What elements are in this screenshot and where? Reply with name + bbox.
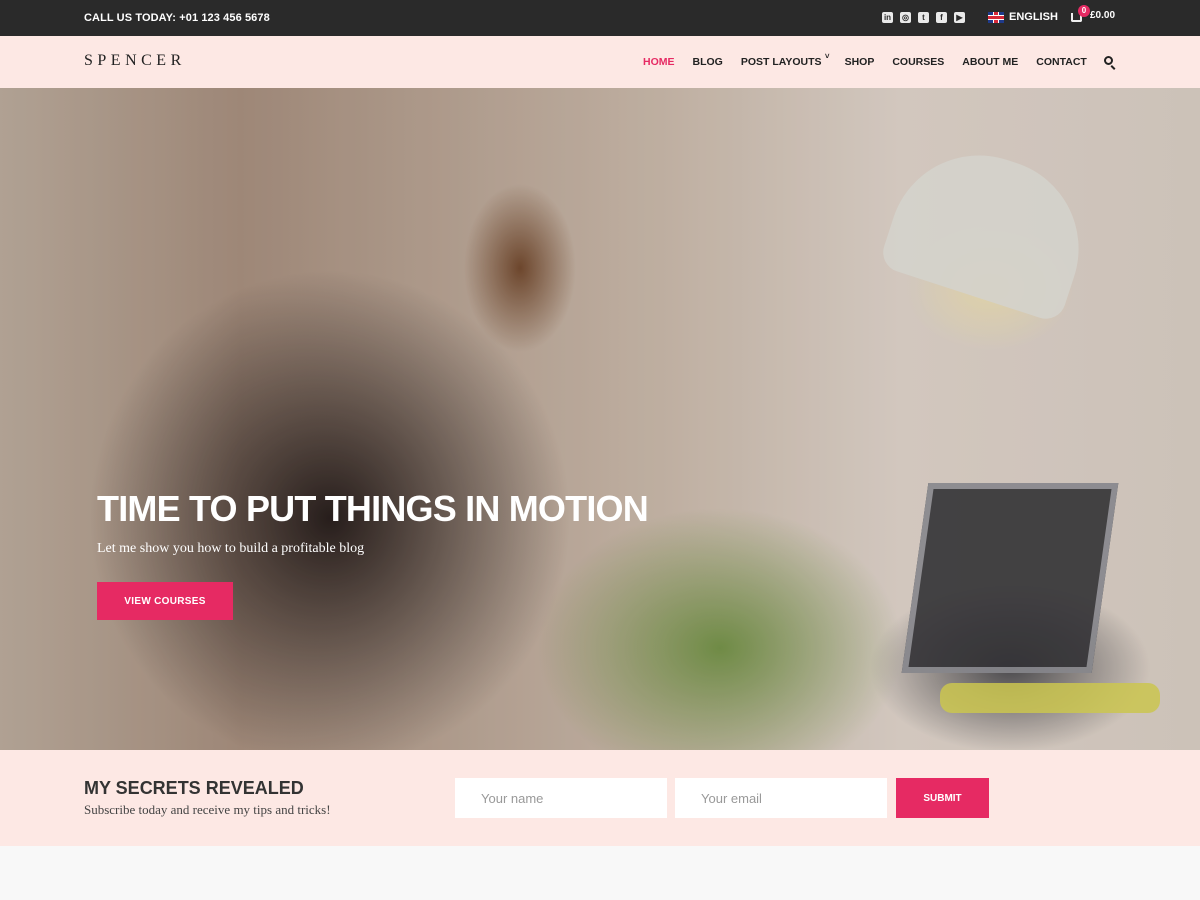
youtube-icon[interactable]: ▶ — [954, 12, 965, 23]
chevron-down-icon: ˅ — [824, 52, 830, 61]
main-nav: HOME BLOG POST LAYOUTS ˅ SHOP COURSES ABO… — [643, 52, 1105, 68]
nav-shop[interactable]: SHOP — [845, 56, 875, 68]
hero-overlay — [0, 88, 1200, 750]
subscribe-text: Subscribe today and receive my tips and … — [84, 802, 331, 817]
email-input[interactable] — [675, 778, 887, 818]
twitter-icon[interactable]: t — [918, 12, 929, 23]
subscribe-section: MY SECRETS REVEALED Subscribe today and … — [0, 750, 1200, 846]
submit-button[interactable]: SUBMIT — [896, 778, 989, 818]
hero-subtitle: Let me show you how to build a profitabl… — [97, 541, 365, 556]
cart-count-badge: 0 — [1078, 5, 1090, 17]
name-input[interactable] — [455, 778, 667, 818]
nav-about-me[interactable]: ABOUT ME — [962, 56, 1018, 68]
language-label: ENGLISH — [1009, 11, 1058, 23]
top-bar: CALL US TODAY: +01 123 456 5678 in ◎ t f… — [0, 0, 1200, 36]
facebook-icon[interactable]: f — [936, 12, 947, 23]
uk-flag-icon — [988, 11, 1004, 23]
nav-courses[interactable]: COURSES — [892, 56, 944, 68]
nav-blog[interactable]: BLOG — [693, 56, 723, 68]
cart-total: £0.00 — [1090, 10, 1116, 21]
linkedin-icon[interactable]: in — [882, 12, 893, 23]
nav-post-layouts[interactable]: POST LAYOUTS ˅ — [740, 52, 830, 68]
nav-home[interactable]: HOME — [643, 56, 675, 68]
hero-title: TIME TO PUT THINGS IN MOTION — [97, 488, 649, 529]
social-links: in ◎ t f ▶ — [882, 12, 965, 23]
site-logo[interactable]: SPENCER — [84, 52, 186, 70]
hero-banner: TIME TO PUT THINGS IN MOTION Let me show… — [0, 88, 1200, 750]
language-switcher[interactable]: ENGLISH — [988, 11, 1058, 23]
search-icon[interactable] — [1104, 56, 1113, 65]
call-us-text: CALL US TODAY: +01 123 456 5678 — [84, 12, 270, 24]
site-header: SPENCER HOME BLOG POST LAYOUTS ˅ SHOP COU… — [0, 36, 1200, 88]
view-courses-button[interactable]: VIEW COURSES — [97, 582, 233, 620]
nav-contact[interactable]: CONTACT — [1036, 56, 1087, 68]
instagram-icon[interactable]: ◎ — [900, 12, 911, 23]
nav-post-layouts-label: POST LAYOUTS — [740, 56, 822, 68]
subscribe-title: MY SECRETS REVEALED — [84, 778, 304, 798]
